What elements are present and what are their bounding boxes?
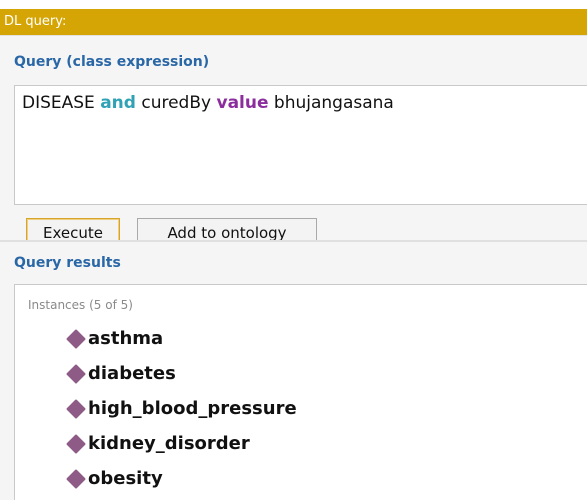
- result-item-label: high_blood_pressure: [88, 398, 297, 419]
- query-token: curedBy: [135, 93, 217, 113]
- query-panel: Query (class expression) DISEASE and cur…: [0, 35, 587, 249]
- query-token: bhujangasana: [268, 93, 394, 113]
- individual-diamond-icon: [66, 433, 86, 454]
- query-keyword-and: and: [100, 93, 136, 113]
- result-item-label: diabetes: [88, 363, 176, 384]
- dl-query-title-bar: DL query:: [0, 9, 587, 35]
- results-panel: Query results Instances (5 of 5) asthma …: [0, 242, 587, 500]
- results-section-label: Query results: [14, 255, 121, 271]
- individual-diamond-icon: [66, 328, 86, 349]
- result-item-obesity[interactable]: obesity: [65, 461, 575, 496]
- result-item-label: kidney_disorder: [88, 433, 250, 454]
- result-item-kidney-disorder[interactable]: kidney_disorder: [65, 426, 575, 461]
- query-expression-editor[interactable]: DISEASE and curedBy value bhujangasana: [14, 85, 587, 205]
- query-keyword-value: value: [216, 93, 269, 113]
- result-list: asthma diabetes high_blood_pressure kidn…: [65, 321, 575, 496]
- result-item-diabetes[interactable]: diabetes: [65, 356, 575, 391]
- instances-header: Instances (5 of 5): [28, 298, 133, 312]
- individual-diamond-icon: [66, 468, 86, 489]
- query-section-label: Query (class expression): [14, 54, 210, 70]
- window-title: DL query:: [4, 14, 67, 29]
- individual-diamond-icon: [66, 363, 86, 384]
- individual-diamond-icon: [66, 398, 86, 419]
- result-item-high-blood-pressure[interactable]: high_blood_pressure: [65, 391, 575, 426]
- result-item-asthma[interactable]: asthma: [65, 321, 575, 356]
- result-item-label: asthma: [88, 328, 164, 349]
- results-list-box: Instances (5 of 5) asthma diabetes high_…: [14, 284, 587, 500]
- query-token: DISEASE: [22, 93, 101, 113]
- result-item-label: obesity: [88, 468, 163, 489]
